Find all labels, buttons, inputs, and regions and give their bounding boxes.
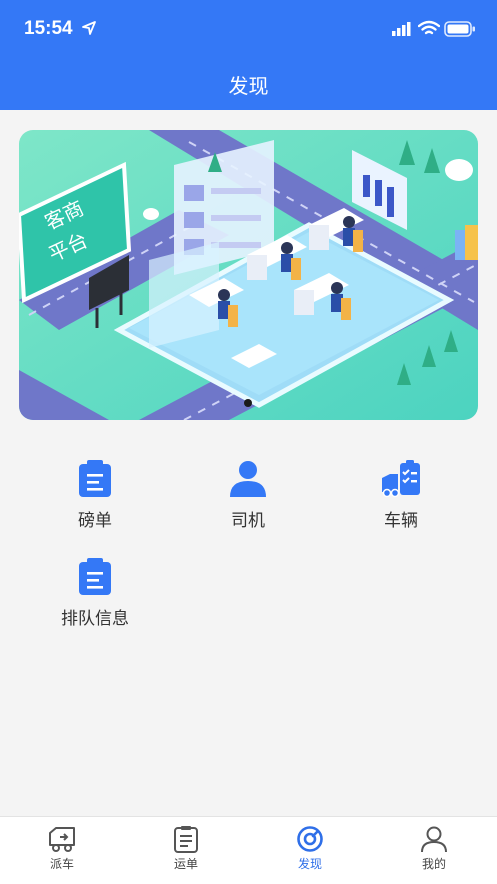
bottom-tab-bar: 派车 运单 发现 我的 xyxy=(0,816,497,884)
grid-item-label: 排队信息 xyxy=(61,609,129,629)
signal-icon xyxy=(392,22,411,36)
tab-discover[interactable]: 发现 xyxy=(248,825,372,872)
location-arrow-icon xyxy=(82,21,96,35)
tab-label: 运单 xyxy=(173,857,198,871)
truck-outline-icon xyxy=(49,827,75,852)
truck-icon xyxy=(382,460,420,498)
top-header: 15:54 发现 xyxy=(0,0,497,110)
compass-icon xyxy=(297,826,323,852)
tab-mine[interactable]: 我的 xyxy=(372,825,496,872)
battery-icon xyxy=(444,21,475,37)
document-icon xyxy=(79,558,111,595)
tab-label: 发现 xyxy=(297,857,322,871)
status-time: 15:54 xyxy=(24,18,73,39)
carousel-dot-active[interactable] xyxy=(244,399,252,407)
grid-item-vehicle[interactable]: 车辆 xyxy=(326,460,476,550)
tab-waybill[interactable]: 运单 xyxy=(124,825,248,872)
banner-illustration: 客商 平台 xyxy=(19,130,478,420)
tab-label: 派车 xyxy=(49,857,74,871)
tab-label: 我的 xyxy=(421,857,446,871)
tab-dispatch[interactable]: 派车 xyxy=(0,825,124,872)
wifi-icon xyxy=(418,20,440,35)
grid-item-label: 司机 xyxy=(231,511,265,531)
grid-item-label: 磅单 xyxy=(78,511,112,531)
list-doc-icon xyxy=(174,826,198,853)
user-icon xyxy=(421,826,447,853)
grid-item-label: 车辆 xyxy=(384,511,418,531)
banner-carousel[interactable]: 客商 平台 xyxy=(19,130,478,420)
document-icon xyxy=(79,460,111,497)
grid-item-queue-info[interactable]: 排队信息 xyxy=(20,558,170,648)
page-title: 发现 xyxy=(228,74,269,98)
grid-item-weigh-slip[interactable]: 磅单 xyxy=(20,460,170,550)
grid-item-driver[interactable]: 司机 xyxy=(173,460,323,550)
person-icon xyxy=(230,461,266,497)
